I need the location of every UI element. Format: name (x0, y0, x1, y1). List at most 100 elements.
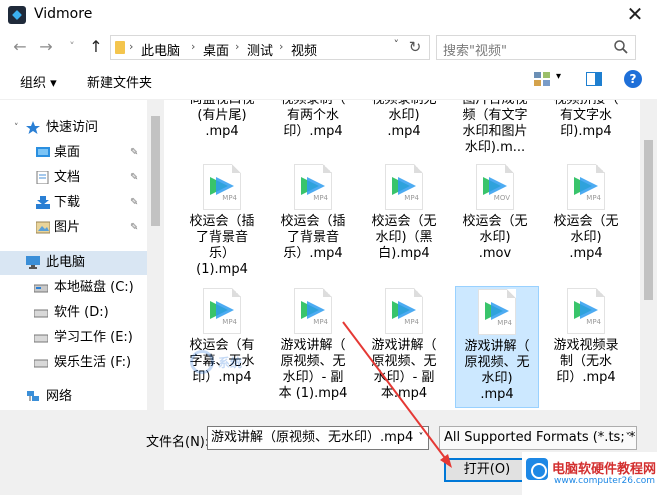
file-name: 视频拼接（ (544, 100, 628, 108)
sidebar-item-label: 软件 (D:) (54, 305, 109, 320)
file-name: 图片合成视 (453, 100, 537, 108)
collapse-arrow-icon[interactable]: ˅ (14, 116, 19, 140)
forward-arrow-icon[interactable]: → (36, 36, 56, 58)
address-bar[interactable]: › 此电脑 › 桌面 › 测试 › 视频 ˅ ↻ (110, 35, 430, 60)
breadcrumb-separator[interactable]: › (191, 40, 195, 53)
open-button[interactable]: 打开(O) (444, 458, 530, 482)
view-options-icon[interactable] (534, 72, 550, 86)
sidebar-item-documents[interactable]: 文档 ✎ (0, 166, 147, 190)
navigation-pane: ˅ 快速访问 桌面 ✎ 文档 ✎ 下载 ✎ 图片 ✎ 此电脑 本地磁盘 (C:)… (0, 100, 147, 410)
file-name: 视频录制（ (271, 100, 355, 108)
breadcrumb-desktop[interactable]: 桌面 (203, 40, 229, 59)
breadcrumb-separator[interactable]: › (279, 40, 283, 53)
video-file-item[interactable]: MP4 校运会（无 水印) .mp4 (544, 164, 628, 262)
file-name: 校运会（无 (371, 214, 437, 229)
file-name: 水印) (481, 371, 513, 386)
pin-icon[interactable]: ✎ (130, 141, 138, 165)
video-file-item[interactable]: MP4 游戏讲解（ 原视频、无 水印）- 副 本 (1).mp4 (271, 288, 355, 402)
video-file-item[interactable]: MP4 游戏讲解（ 原视频、无 水印）- 副 本.mp4 (362, 288, 446, 402)
sidebar-item-pictures[interactable]: 图片 ✎ (0, 216, 147, 240)
file-name: 尚盖视口视 (180, 100, 264, 108)
breadcrumb-separator[interactable]: › (235, 40, 239, 53)
breadcrumb-this-pc[interactable]: 此电脑 (141, 40, 180, 59)
site-watermark: 电脑软硬件教程网 www.computer26.com (522, 452, 657, 495)
file-name: 本 (1).mp4 (278, 386, 348, 401)
video-file-item-selected[interactable]: MP4 游戏讲解（ 原视频、无 水印) .mp4 (455, 286, 539, 408)
search-input[interactable]: 搜索"视频" (443, 40, 507, 59)
recent-locations-icon[interactable]: ˅ (62, 36, 82, 58)
new-folder-button[interactable]: 新建文件夹 (87, 72, 152, 91)
download-icon (36, 196, 50, 209)
sidebar-item-drive-c[interactable]: 本地磁盘 (C:) (0, 276, 147, 300)
video-file-icon: MP4 (203, 164, 241, 210)
window-title: Vidmore (34, 6, 93, 22)
refresh-icon[interactable]: ↻ (405, 37, 425, 57)
file-item[interactable]: 视频录制（ 有两个水 印）.mp4 (271, 100, 355, 140)
file-type-dropdown-icon[interactable]: ˅ (620, 426, 636, 450)
file-name: 水印).m... (464, 140, 526, 155)
drive-icon (34, 359, 48, 368)
sidebar-item-desktop[interactable]: 桌面 ✎ (0, 141, 147, 165)
video-file-item[interactable]: MP4 游戏视频录 制（无水 印）.mp4 (544, 288, 628, 386)
address-dropdown-icon[interactable]: ˅ (394, 38, 400, 51)
pin-icon[interactable]: ✎ (130, 216, 138, 240)
file-item[interactable]: 图片合成视 频（有文字 水印和图片 水印).m... (453, 100, 537, 156)
scrollbar-thumb[interactable] (644, 140, 653, 300)
preview-pane-icon[interactable] (586, 72, 602, 86)
file-name: 有文字水 (559, 108, 612, 123)
scrollbar-thumb[interactable] (151, 116, 160, 226)
file-name: 原视频、无 (464, 355, 530, 370)
drive-icon (34, 334, 48, 343)
video-file-icon: MP4 (294, 288, 332, 334)
file-name: 印).mp4 (560, 124, 612, 139)
breadcrumb-test[interactable]: 测试 (247, 40, 273, 59)
file-name: 了背景音 (195, 230, 248, 245)
help-icon[interactable]: ? (624, 70, 642, 88)
video-file-item[interactable]: MP4 校运会（插 了背景音 乐） (1).mp4 (180, 164, 264, 278)
file-name: 校运会（无 (462, 214, 528, 229)
pin-icon[interactable]: ✎ (130, 166, 138, 190)
breadcrumb-separator[interactable]: › (129, 40, 133, 53)
file-name: (有片尾) (197, 108, 247, 123)
file-item[interactable]: 视频拼接（ 有文字水 印).mp4 (544, 100, 628, 140)
file-name: 原视频、无 (280, 354, 346, 369)
pictures-icon (36, 221, 50, 234)
sidebar-item-label: 文档 (54, 170, 81, 185)
file-item[interactable]: 尚盖视口视 (有片尾) .mp4 (180, 100, 264, 140)
organize-menu[interactable]: 组织 ▾ (20, 72, 57, 91)
file-item[interactable]: 视频录制无 水印) .mp4 (362, 100, 446, 140)
video-file-item[interactable]: MP4 校运会（插 了背景音 乐）.mp4 (271, 164, 355, 262)
video-file-icon: MP4 (567, 288, 605, 334)
file-type-select[interactable]: All Supported Formats (*.ts; * (439, 426, 637, 450)
filename-dropdown-icon[interactable]: ˅ (413, 426, 429, 450)
video-file-item[interactable]: MP4 校运会（无 水印)（黑 白).mp4 (362, 164, 446, 262)
view-dropdown-icon[interactable]: ▾ (556, 71, 561, 82)
video-file-icon: MP4 (478, 289, 516, 335)
search-icon (614, 40, 628, 54)
up-arrow-icon[interactable]: ↑ (86, 36, 106, 58)
app-icon (8, 6, 26, 24)
sidebar-item-network[interactable]: 网络 (0, 385, 147, 409)
file-name: 制（无水 (559, 354, 612, 369)
sidebar-item-quick-access[interactable]: ˅ 快速访问 (0, 116, 147, 140)
sidebar-item-drive-f[interactable]: 娱乐生活 (F:) (0, 351, 147, 375)
pin-icon[interactable]: ✎ (130, 191, 138, 215)
filename-input[interactable]: 游戏讲解（原视频、无水印）.mp4 (207, 426, 429, 450)
file-name: 本.mp4 (380, 386, 428, 401)
video-file-item[interactable]: MOV 校运会（无 水印) .mov (453, 164, 537, 262)
breadcrumb-videos[interactable]: 视频 (291, 40, 317, 59)
sidebar-item-drive-e[interactable]: 学习工作 (E:) (0, 326, 147, 350)
video-file-icon: MP4 (203, 288, 241, 334)
file-list-scrollbar[interactable] (640, 100, 657, 410)
close-icon[interactable]: ✕ (623, 3, 647, 25)
navigation-scrollbar[interactable] (147, 100, 164, 410)
sidebar-item-label: 快速访问 (46, 120, 99, 135)
file-name: 水印) (570, 230, 602, 245)
search-box[interactable]: 搜索"视频" (436, 35, 636, 60)
file-name: 校运会（插 (280, 214, 346, 229)
sidebar-item-downloads[interactable]: 下载 ✎ (0, 191, 147, 215)
sidebar-item-this-pc[interactable]: 此电脑 (0, 251, 147, 275)
drive-icon (34, 284, 48, 293)
back-arrow-icon[interactable]: ← (10, 36, 30, 58)
sidebar-item-drive-d[interactable]: 软件 (D:) (0, 301, 147, 325)
